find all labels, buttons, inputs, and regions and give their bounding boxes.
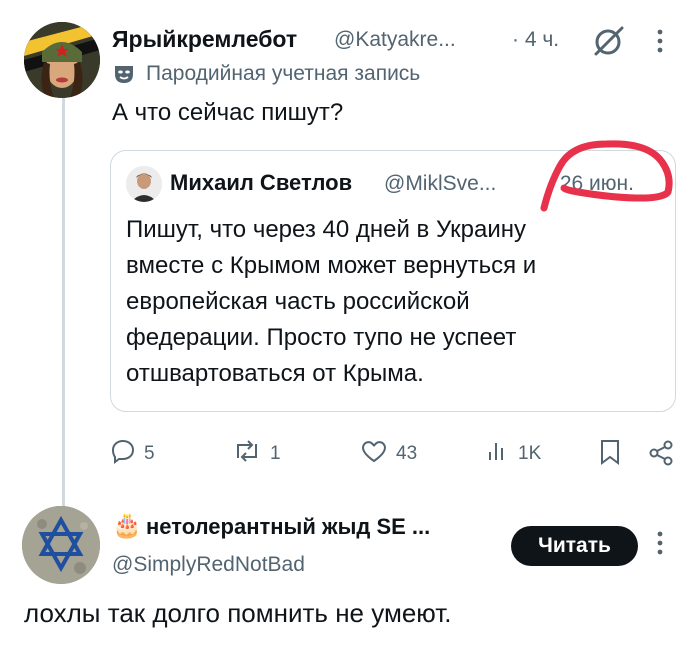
red-annotation-scribble [536, 136, 684, 216]
views-count: 1K [518, 443, 542, 464]
bookmark-icon[interactable] [598, 438, 622, 466]
repost-icon [232, 438, 262, 470]
post-text: А что сейчас пишут? [112, 99, 344, 126]
avatar-star-of-david[interactable] [22, 506, 100, 584]
post-text-2: лохлы так долго помнить не умеют. [24, 598, 452, 628]
avatar[interactable] [24, 22, 100, 98]
views-button[interactable]: 1K [486, 438, 541, 470]
author-name[interactable]: Ярыйкремлебот [112, 26, 297, 53]
grok-icon[interactable] [592, 24, 626, 58]
quoted-avatar[interactable] [126, 166, 162, 202]
share-icon[interactable] [648, 440, 674, 466]
parody-mask-icon [112, 62, 136, 86]
author-handle-2[interactable]: @SimplyRedNotBad [112, 553, 305, 577]
more-options-icon-2[interactable] [654, 530, 666, 558]
reply-button[interactable]: 5 [110, 438, 155, 470]
like-button[interactable]: 43 [360, 438, 417, 470]
reply-count: 5 [144, 443, 155, 464]
author-handle[interactable]: @Katyakre... [334, 28, 456, 52]
birthday-cake-icon: 🎂 [112, 512, 142, 539]
quoted-author-name[interactable]: Михаил Светлов [170, 170, 352, 196]
like-count: 43 [396, 443, 418, 464]
quoted-post-text: Пишут, что через 40 дней в Украину вмест… [126, 216, 537, 387]
views-icon [486, 438, 510, 470]
repost-button[interactable]: 1 [232, 438, 281, 470]
post-time[interactable]: · 4 ч. [512, 28, 559, 52]
quoted-author-handle[interactable]: @MiklSve... [384, 172, 496, 196]
thread-connector-line [62, 96, 65, 508]
heart-icon [360, 438, 388, 470]
more-options-icon[interactable] [654, 28, 666, 56]
follow-button[interactable]: Читать [511, 526, 638, 566]
reply-icon [110, 438, 136, 470]
author-name-2[interactable]: нетолерантный жыд SE ... [146, 514, 430, 540]
parody-account-label: Пародийная учетная запись [146, 62, 421, 85]
repost-count: 1 [270, 443, 281, 464]
